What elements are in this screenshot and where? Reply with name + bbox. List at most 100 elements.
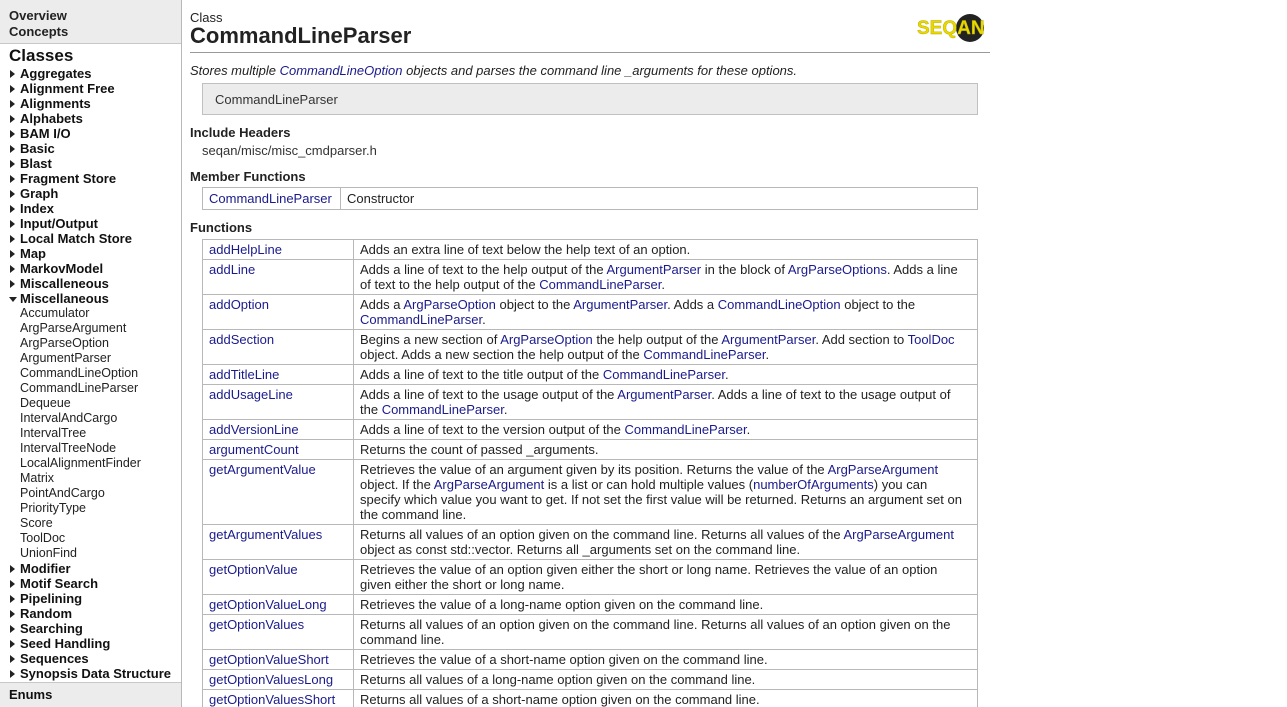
- triangle-right-icon: [10, 175, 15, 183]
- triangle-right-icon: [10, 100, 15, 108]
- triangle-right-icon: [10, 595, 15, 603]
- sidebar-category[interactable]: Blast: [0, 156, 181, 171]
- sidebar-enums-link[interactable]: Enums: [0, 682, 181, 707]
- sidebar-category[interactable]: Alignments: [0, 96, 181, 111]
- sidebar-category[interactable]: Local Match Store: [0, 231, 181, 246]
- function-link[interactable]: argumentCount: [209, 442, 299, 457]
- function-link[interactable]: addTitleLine: [209, 367, 279, 382]
- sidebar-category-list: Aggregates Alignment Free Alignments Alphab…: [0, 66, 181, 681]
- sidebar-class-item[interactable]: ToolDoc: [0, 531, 181, 546]
- inline-link[interactable]: CommandLineOption: [718, 297, 841, 312]
- sidebar-category[interactable]: Alphabets: [0, 111, 181, 126]
- sidebar-class-item[interactable]: IntervalTreeNode: [0, 441, 181, 456]
- function-link[interactable]: addSection: [209, 332, 274, 347]
- inline-link[interactable]: ArgParseOptions: [788, 262, 887, 277]
- sidebar-category[interactable]: MarkovModel: [0, 261, 181, 276]
- sidebar-class-item[interactable]: Matrix: [0, 471, 181, 486]
- inline-link[interactable]: CommandLineParser: [625, 422, 747, 437]
- inline-link[interactable]: ArgParseArgument: [843, 527, 954, 542]
- sidebar-category[interactable]: Miscalleneous: [0, 276, 181, 291]
- sidebar-class-item[interactable]: ArgParseArgument: [0, 321, 181, 336]
- inline-link[interactable]: ArgParseOption: [403, 297, 496, 312]
- function-link[interactable]: getOptionValueShort: [209, 652, 329, 667]
- triangle-right-icon: [10, 235, 15, 243]
- function-link[interactable]: getOptionValueLong: [209, 597, 327, 612]
- sidebar-class-item[interactable]: PointAndCargo: [0, 486, 181, 501]
- triangle-right-icon: [10, 280, 15, 288]
- table-row: addTitleLine Adds a line of text to the t…: [202, 364, 978, 385]
- inline-link[interactable]: CommandLineParser: [360, 312, 482, 327]
- sidebar-link-overview[interactable]: Overview: [9, 8, 172, 24]
- sidebar-category[interactable]: Map: [0, 246, 181, 261]
- inline-link[interactable]: CommandLineParser: [382, 402, 504, 417]
- inline-link[interactable]: ArgumentParser: [606, 262, 701, 277]
- sidebar-category[interactable]: Random: [0, 606, 181, 621]
- sidebar-class-item[interactable]: UnionFind: [0, 546, 181, 561]
- sidebar-category[interactable]: Pipelining: [0, 591, 181, 606]
- sidebar-category-label: Index: [20, 201, 54, 216]
- inline-link[interactable]: ArgumentParser: [721, 332, 815, 347]
- inline-link[interactable]: numberOfArguments: [753, 477, 874, 492]
- functions-table: addHelpLine Adds an extra line of text be…: [202, 239, 978, 707]
- sidebar-class-item[interactable]: CommandLineOption: [0, 366, 181, 381]
- inline-link[interactable]: ArgParseArgument: [828, 462, 939, 477]
- function-link[interactable]: addUsageLine: [209, 387, 293, 402]
- triangle-right-icon: [10, 85, 15, 93]
- sidebar-category[interactable]: Searching: [0, 621, 181, 636]
- inline-link[interactable]: ArgumentParser: [573, 297, 667, 312]
- sidebar-category[interactable]: Modifier: [0, 561, 181, 576]
- inline-link[interactable]: CommandLineParser: [643, 347, 765, 362]
- sidebar-class-item[interactable]: Dequeue: [0, 396, 181, 411]
- sidebar-category[interactable]: Input/Output: [0, 216, 181, 231]
- triangle-right-icon: [10, 610, 15, 618]
- sidebar-category-label: Alignments: [20, 96, 91, 111]
- sidebar-category[interactable]: Motif Search: [0, 576, 181, 591]
- sidebar-link-concepts[interactable]: Concepts: [9, 24, 172, 40]
- inline-link[interactable]: ArgParseArgument: [434, 477, 545, 492]
- sidebar-category[interactable]: BAM I/O: [0, 126, 181, 141]
- function-link[interactable]: getOptionValuesShort: [209, 692, 335, 707]
- sidebar-class-item[interactable]: Score: [0, 516, 181, 531]
- sidebar-category[interactable]: Basic: [0, 141, 181, 156]
- inline-link[interactable]: CommandLineParser: [539, 277, 661, 292]
- table-row: addSection Begins a new section of ArgPar…: [202, 329, 978, 365]
- inline-link[interactable]: ArgumentParser: [617, 387, 711, 402]
- inline-link[interactable]: CommandLineOption: [280, 63, 403, 78]
- triangle-right-icon: [10, 580, 15, 588]
- sidebar-category[interactable]: Aggregates: [0, 66, 181, 81]
- function-desc: Returns all values of an option given on…: [353, 614, 978, 650]
- function-link[interactable]: getOptionValue: [209, 562, 298, 577]
- inline-link[interactable]: ArgParseOption: [500, 332, 593, 347]
- sidebar-category[interactable]: Graph: [0, 186, 181, 201]
- sidebar-class-item[interactable]: LocalAlignmentFinder: [0, 456, 181, 471]
- sidebar-category[interactable]: Sequences: [0, 651, 181, 666]
- title-divider: [190, 52, 990, 53]
- member-function-link[interactable]: CommandLineParser: [209, 191, 332, 206]
- sidebar-class-item[interactable]: ArgumentParser: [0, 351, 181, 366]
- sidebar-category[interactable]: Synopsis Data Structure: [0, 666, 181, 681]
- sidebar-category-label: Aggregates: [20, 66, 92, 81]
- sidebar-class-item[interactable]: Accumulator: [0, 306, 181, 321]
- function-link[interactable]: addVersionLine: [209, 422, 299, 437]
- sidebar-category[interactable]: Alignment Free: [0, 81, 181, 96]
- sidebar-category[interactable]: Fragment Store: [0, 171, 181, 186]
- function-link[interactable]: getArgumentValues: [209, 527, 322, 542]
- sidebar-category-label: Pipelining: [20, 591, 83, 606]
- sidebar-category[interactable]: Index: [0, 201, 181, 216]
- sidebar-category[interactable]: Seed Handling: [0, 636, 181, 651]
- sidebar-category[interactable]: Miscellaneous: [0, 291, 181, 306]
- sidebar-class-item[interactable]: IntervalTree: [0, 426, 181, 441]
- sidebar-class-item[interactable]: ArgParseOption: [0, 336, 181, 351]
- function-link[interactable]: addLine: [209, 262, 255, 277]
- function-link[interactable]: addOption: [209, 297, 269, 312]
- function-link[interactable]: getOptionValuesLong: [209, 672, 333, 687]
- include-path: seqan/misc/misc_cmdparser.h: [202, 143, 377, 158]
- inline-link[interactable]: ToolDoc: [908, 332, 955, 347]
- sidebar-class-item[interactable]: PriorityType: [0, 501, 181, 516]
- sidebar-class-item[interactable]: IntervalAndCargo: [0, 411, 181, 426]
- function-link[interactable]: getOptionValues: [209, 617, 304, 632]
- function-link[interactable]: addHelpLine: [209, 242, 282, 257]
- inline-link[interactable]: CommandLineParser: [603, 367, 725, 382]
- function-link[interactable]: getArgumentValue: [209, 462, 316, 477]
- sidebar-class-item[interactable]: CommandLineParser: [0, 381, 181, 396]
